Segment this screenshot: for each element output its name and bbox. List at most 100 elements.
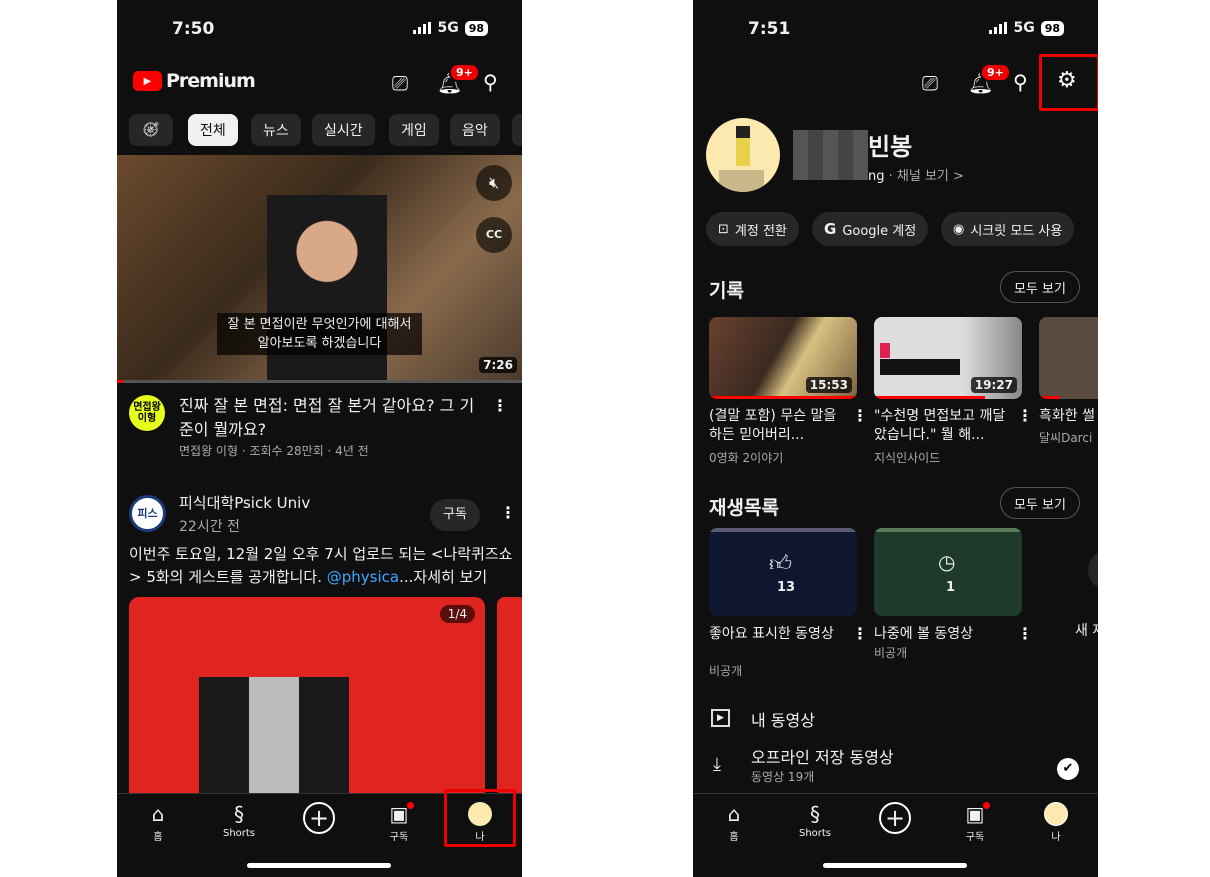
captions-icon[interactable]: CC: [476, 217, 512, 253]
home-indicator: [823, 863, 967, 868]
playlist-privacy: 비공개: [709, 664, 743, 678]
chip-game[interactable]: 게임: [389, 114, 439, 146]
playlist-privacy: 비공개: [874, 646, 908, 660]
subscribe-button[interactable]: 구독: [430, 499, 480, 531]
mute-icon[interactable]: 🔇︎: [476, 165, 512, 201]
more-icon[interactable]: ⋮: [1017, 624, 1033, 643]
new-playlist-label[interactable]: 새 재: [1075, 622, 1098, 641]
home-indicator: [247, 863, 391, 868]
history-thumbnail[interactable]: 15:53: [709, 317, 857, 399]
home-icon: ⌂: [151, 802, 165, 826]
video-title[interactable]: 진짜 잘 본 면접: 면접 잘 본거 같아요? 그 기준이 뭘까요?: [179, 394, 484, 442]
more-icon[interactable]: ⋮: [492, 396, 508, 415]
chip-more[interactable]: [512, 114, 522, 146]
nav-home[interactable]: ⌂ 홈: [704, 802, 764, 843]
new-playlist-button[interactable]: [1088, 550, 1098, 590]
bell-icon[interactable]: 🔔︎ 9+: [968, 63, 1011, 95]
more-icon[interactable]: ⋮: [852, 406, 868, 425]
playlists-heading: 재생목록: [709, 497, 779, 519]
history-channel: 지식인사이드: [874, 451, 941, 465]
nav-label: 구독: [389, 832, 409, 843]
more-icon[interactable]: ⋮: [500, 503, 516, 522]
highlight-settings: [1039, 54, 1098, 111]
status-time: 7:51: [748, 19, 791, 39]
history-thumbnail[interactable]: [1039, 317, 1098, 399]
my-videos-row[interactable]: ▶ 내 동영상: [693, 705, 1098, 735]
history-title[interactable]: "수천명 면접보고 깨달았습니다." 뭘 해...: [874, 407, 1009, 445]
video-progress-bar[interactable]: [117, 380, 522, 383]
network: 5G: [1013, 20, 1035, 36]
incognito-button[interactable]: ◉ 시크릿 모드 사용: [941, 212, 1075, 246]
search-icon[interactable]: ⚲: [483, 70, 498, 94]
highlight-you-tab: [444, 789, 516, 847]
subscriptions-icon: ▣: [369, 802, 429, 828]
avatar: [1044, 802, 1068, 826]
switch-account-icon: ⊡: [718, 221, 729, 237]
cast-icon[interactable]: ⎚: [392, 71, 408, 95]
home-screen: 7:50 5G 98 ▶ Premium ⎚ 🔔︎ 9+ ⚲ 🧭︎ 전체 뉴스 실시…: [117, 0, 522, 877]
explore-compass-icon[interactable]: 🧭︎: [129, 114, 173, 146]
chip-music[interactable]: 음악: [450, 114, 500, 146]
chip-news[interactable]: 뉴스: [251, 114, 301, 146]
nav-create[interactable]: +: [289, 802, 349, 834]
button-label: 시크릿 모드 사용: [970, 223, 1063, 239]
history-view-all-button[interactable]: 모두 보기: [1000, 271, 1080, 303]
cast-icon[interactable]: ⎚: [922, 71, 938, 95]
google-account-button[interactable]: G Google 계정: [812, 212, 929, 246]
channel-avatar[interactable]: 면접왕 이형: [129, 395, 165, 431]
liked-videos-thumbnail[interactable]: 👍︎ 13: [709, 528, 857, 616]
row-label: 내 동영상: [751, 711, 815, 730]
video-meta: 면접왕 이형 · 조회수 28만회 · 4년 전: [179, 444, 369, 458]
channel-avatar[interactable]: 피스: [129, 495, 166, 532]
youtube-premium-logo[interactable]: ▶ Premium: [133, 70, 256, 92]
more-icon[interactable]: ⋮: [1017, 406, 1033, 425]
view-channel-link[interactable]: 채널 보기 >: [897, 169, 964, 184]
youtube-logo-icon: ▶: [133, 71, 162, 91]
shorts-icon: §: [234, 802, 244, 826]
history-channel: 0영화 2이야기: [709, 451, 784, 465]
row-sublabel: 동영상 19개: [751, 770, 815, 784]
profile-avatar[interactable]: [706, 118, 780, 192]
post-channel[interactable]: 피식대학Psick Univ: [179, 492, 310, 513]
avatar-figure: [736, 126, 750, 166]
offline-videos-row[interactable]: ⤓ 오프라인 저장 동영상 동영상 19개 ✔: [693, 744, 1098, 788]
playlists-view-all-button[interactable]: 모두 보기: [1000, 487, 1080, 519]
signal-icon: [413, 22, 432, 34]
nav-shorts[interactable]: § Shorts: [209, 802, 269, 839]
nav-home[interactable]: ⌂ 홈: [128, 802, 188, 843]
nav-shorts[interactable]: § Shorts: [785, 802, 845, 839]
history-title[interactable]: 흑화한 썰: [1039, 407, 1095, 426]
profile-name: 빈봉: [868, 133, 913, 161]
home-icon: ⌂: [727, 802, 741, 826]
profile-handle: ng: [868, 169, 885, 184]
switch-account-button[interactable]: ⊡ 계정 전환: [706, 212, 799, 246]
chip-all[interactable]: 전체: [188, 114, 238, 146]
subtitle-line: 알아보도록 하겠습니다: [257, 336, 382, 351]
history-title[interactable]: (결말 포함) 무슨 말을 하든 믿어버리...: [709, 407, 841, 445]
nav-create[interactable]: +: [865, 802, 925, 834]
read-more-link[interactable]: ...자세히 보기: [399, 568, 487, 586]
subtitle-line: 잘 본 면접이란 무엇인가에 대해서: [227, 317, 412, 332]
more-icon[interactable]: ⋮: [852, 624, 868, 643]
post-image[interactable]: 1/4: [129, 597, 485, 797]
playlist-title[interactable]: 나중에 볼 동영상: [874, 625, 973, 644]
chip-live[interactable]: 실시간: [312, 114, 375, 146]
nav-you[interactable]: 나: [1026, 802, 1086, 843]
playlist-title[interactable]: 좋아요 표시한 동영상: [709, 625, 839, 644]
mention-link[interactable]: @physica: [327, 568, 399, 586]
nav-subscriptions[interactable]: ▣ 구독: [945, 802, 1005, 843]
video-player[interactable]: 🔇︎ CC 잘 본 면접이란 무엇인가에 대해서 알아보도록 하겠습니다 7:26: [117, 155, 522, 383]
nav-subscriptions[interactable]: ▣ 구독: [369, 802, 429, 843]
google-g-icon: G: [824, 220, 837, 238]
status-time: 7:50: [172, 19, 215, 39]
post-text[interactable]: 이번주 토요일, 12월 2일 오후 7시 업로드 되는 <나락퀴즈쇼> 5화의…: [129, 543, 514, 589]
watch-later-thumbnail[interactable]: ◷ 1: [874, 528, 1022, 616]
history-thumbnail[interactable]: 19:27: [874, 317, 1022, 399]
search-icon[interactable]: ⚲: [1013, 70, 1028, 94]
battery: 98: [464, 20, 488, 36]
battery: 98: [1040, 20, 1064, 36]
bell-icon[interactable]: 🔔︎ 9+: [437, 63, 480, 95]
blurred-name: [793, 130, 868, 180]
post-image-next[interactable]: [497, 597, 522, 797]
row-label: 오프라인 저장 동영상: [751, 748, 894, 767]
